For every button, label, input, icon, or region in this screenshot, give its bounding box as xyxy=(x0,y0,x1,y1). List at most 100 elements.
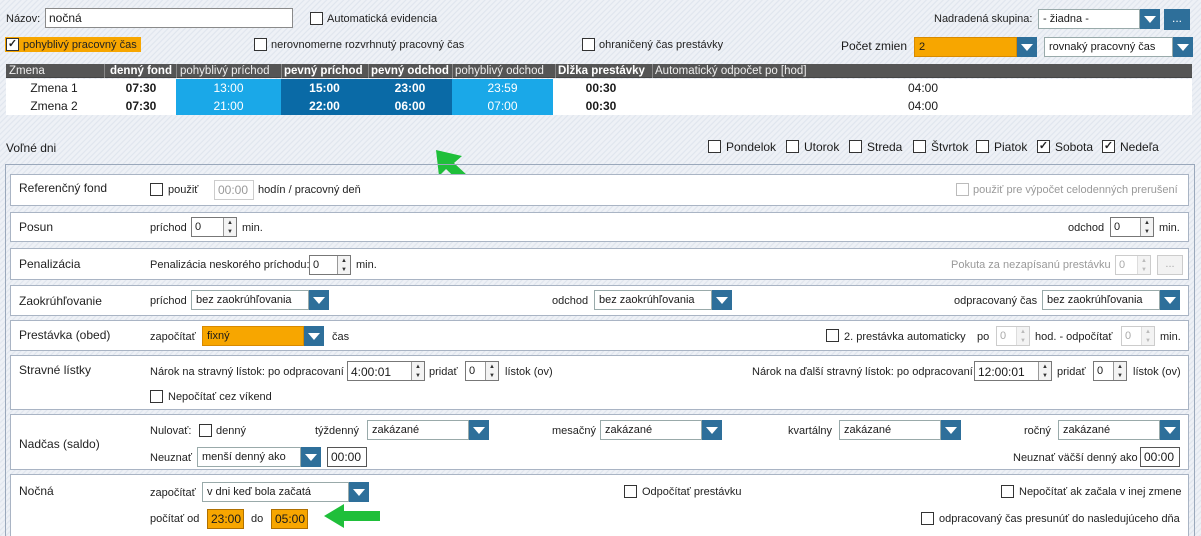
ref-fund-section: Referenčný fond použiť 00:00 hodín / pra… xyxy=(10,174,1189,206)
day-3-checkbox[interactable] xyxy=(849,140,862,153)
rounding-departure-dropdown-icon[interactable] xyxy=(712,290,732,310)
penalty-fine-spinner[interactable]: 0 ▲ ▼ xyxy=(1115,255,1151,275)
distribution-select[interactable]: rovnaký pracovný čas xyxy=(1044,37,1173,57)
parent-group-dropdown-icon[interactable] xyxy=(1140,9,1160,29)
limited-break-checkbox[interactable] xyxy=(582,38,595,51)
shift-count-dropdown-icon[interactable] xyxy=(1017,37,1037,57)
row1-auto[interactable]: 04:00 xyxy=(858,79,988,97)
night-to-label: do xyxy=(251,513,264,525)
row1-break[interactable]: 00:30 xyxy=(553,79,649,97)
lunch-count-label: započítať xyxy=(150,331,196,343)
ot-quarterly-select[interactable]: zakázané xyxy=(839,420,941,440)
ot-monthly-dropdown-icon[interactable] xyxy=(702,420,722,440)
ot-ignore-time[interactable]: 00:00 xyxy=(327,447,367,467)
penalty-more-button[interactable]: ... xyxy=(1157,255,1183,275)
lunch-type-select[interactable]: fixný xyxy=(202,326,304,346)
meal-claim2-spinner[interactable]: 12:00:01 ▲ ▼ xyxy=(974,361,1052,381)
rounding-arrival-dropdown-icon[interactable] xyxy=(309,290,329,310)
row2-flex-in[interactable]: 21:00 xyxy=(176,97,281,115)
row2-flex-out[interactable]: 07:00 xyxy=(452,97,553,115)
lunch-second-checkbox[interactable] xyxy=(826,329,839,342)
lunch-time-label: čas xyxy=(332,331,350,343)
ref-use-checkbox[interactable] xyxy=(150,183,163,196)
uneven-checkbox[interactable] xyxy=(254,38,267,51)
night-from-time[interactable]: 23:00 xyxy=(207,509,244,529)
row2-break[interactable]: 00:30 xyxy=(553,97,649,115)
day-3-label: Streda xyxy=(867,140,903,154)
day-1-checkbox[interactable] xyxy=(708,140,721,153)
lunch-type-dropdown-icon[interactable] xyxy=(304,326,324,346)
row1-fixed-out[interactable]: 23:00 xyxy=(368,79,452,97)
day-4-checkbox[interactable] xyxy=(913,140,926,153)
row2-auto[interactable]: 04:00 xyxy=(858,97,988,115)
ot-yearly-dropdown-icon[interactable] xyxy=(1160,420,1180,440)
flexible-label: pohyblivý pracovný čas xyxy=(23,39,137,51)
row2-fixed-out[interactable]: 06:00 xyxy=(368,97,452,115)
row2-name[interactable]: Zmena 2 xyxy=(6,97,102,115)
meal-claim2-label: Nárok na ďalší stravný lístok: po odprac… xyxy=(752,366,973,378)
ref-right-checkbox[interactable] xyxy=(956,183,969,196)
lunch-after-spinner[interactable]: 0 ▲ ▼ xyxy=(996,326,1030,346)
ot-monthly-label: mesačný xyxy=(552,425,597,437)
posun-arrival-spinner[interactable]: 0 ▲ ▼ xyxy=(191,217,237,237)
shift-count-select[interactable]: 2 xyxy=(914,37,1017,57)
meal-claim-spinner[interactable]: 4:00:01 ▲ ▼ xyxy=(347,361,425,381)
meal-weekend-checkbox[interactable] xyxy=(150,390,163,403)
night-count-select[interactable]: v dni keď bola začatá xyxy=(202,482,349,502)
night-count-dropdown-icon[interactable] xyxy=(349,482,369,502)
ot-daily-checkbox[interactable] xyxy=(199,424,212,437)
ot-quarterly-dropdown-icon[interactable] xyxy=(941,420,961,440)
ot-weekly-dropdown-icon[interactable] xyxy=(469,420,489,440)
penalty-late-spinner[interactable]: 0 ▲ ▼ xyxy=(309,255,351,275)
day-7-checkbox[interactable] xyxy=(1102,140,1115,153)
rounding-departure-select[interactable]: bez zaokrúhľovania xyxy=(594,290,712,310)
ot-ignore-select[interactable]: menší denný ako xyxy=(197,447,301,467)
posun-departure-spinner[interactable]: 0 ▲ ▼ xyxy=(1110,217,1154,237)
row1-flex-out[interactable]: 23:59 xyxy=(452,79,553,97)
day-2-checkbox[interactable] xyxy=(786,140,799,153)
day-4-label: Štvrtok xyxy=(931,140,969,154)
flexible-checkbox[interactable] xyxy=(6,38,19,51)
meal-title: Stravné lístky xyxy=(19,363,92,377)
lunch-sub-spinner[interactable]: 0 ▲ ▼ xyxy=(1121,326,1155,346)
parent-group-label: Nadradená skupina: xyxy=(934,13,1033,25)
distribution-dropdown-icon[interactable] xyxy=(1173,37,1193,57)
row2-fixed-in[interactable]: 22:00 xyxy=(281,97,368,115)
parent-group-select[interactable]: - žiadna - xyxy=(1038,9,1140,29)
name-input[interactable]: nočná xyxy=(45,8,293,28)
ot-ignore-dropdown-icon[interactable] xyxy=(301,447,321,467)
more-button[interactable]: ... xyxy=(1164,9,1190,30)
row2-fund[interactable]: 07:30 xyxy=(106,97,176,115)
ot-ignore2-label: Neuznať väčší denný ako xyxy=(1013,452,1138,464)
ot-yearly-label: ročný xyxy=(1024,425,1051,437)
penalty-min-label: min. xyxy=(356,259,377,271)
shift-count-label: Počet zmien xyxy=(841,39,908,53)
night-to-time[interactable]: 05:00 xyxy=(271,509,308,529)
ref-time-input[interactable]: 00:00 xyxy=(214,180,254,200)
night-sub-break-checkbox[interactable] xyxy=(624,485,637,498)
night-shift-worked-label: odpracovaný čas presunúť do nasledujúceh… xyxy=(939,513,1180,525)
ot-daily-label: denný xyxy=(216,425,246,437)
ot-monthly-select[interactable]: zakázané xyxy=(600,420,702,440)
row1-fixed-in[interactable]: 15:00 xyxy=(281,79,368,97)
ot-ignore2-time[interactable]: 00:00 xyxy=(1140,447,1180,467)
penalty-title: Penalizácia xyxy=(19,257,81,271)
day-2-label: Utorok xyxy=(804,140,840,154)
rounding-worked-dropdown-icon[interactable] xyxy=(1160,290,1180,310)
ot-yearly-select[interactable]: zakázané xyxy=(1058,420,1160,440)
meal-add2-spinner[interactable]: 0 ▲ ▼ xyxy=(1093,361,1127,381)
day-5-checkbox[interactable] xyxy=(976,140,989,153)
rounding-arrival-select[interactable]: bez zaokrúhľovania xyxy=(191,290,309,310)
night-not-other-checkbox[interactable] xyxy=(1001,485,1014,498)
day-6-checkbox[interactable] xyxy=(1037,140,1050,153)
ot-reset-label: Nulovať: xyxy=(150,425,192,437)
ref-right-label: použiť pre výpočet celodenných prerušení xyxy=(973,184,1178,196)
row1-flex-in[interactable]: 13:00 xyxy=(176,79,281,97)
ot-weekly-select[interactable]: zakázané xyxy=(367,420,469,440)
night-shift-worked-checkbox[interactable] xyxy=(921,512,934,525)
auto-evidence-checkbox[interactable] xyxy=(310,12,323,25)
row1-fund[interactable]: 07:30 xyxy=(106,79,176,97)
meal-add-spinner[interactable]: 0 ▲ ▼ xyxy=(465,361,499,381)
row1-name[interactable]: Zmena 1 xyxy=(6,79,102,97)
rounding-worked-select[interactable]: bez zaokrúhľovania xyxy=(1042,290,1160,310)
